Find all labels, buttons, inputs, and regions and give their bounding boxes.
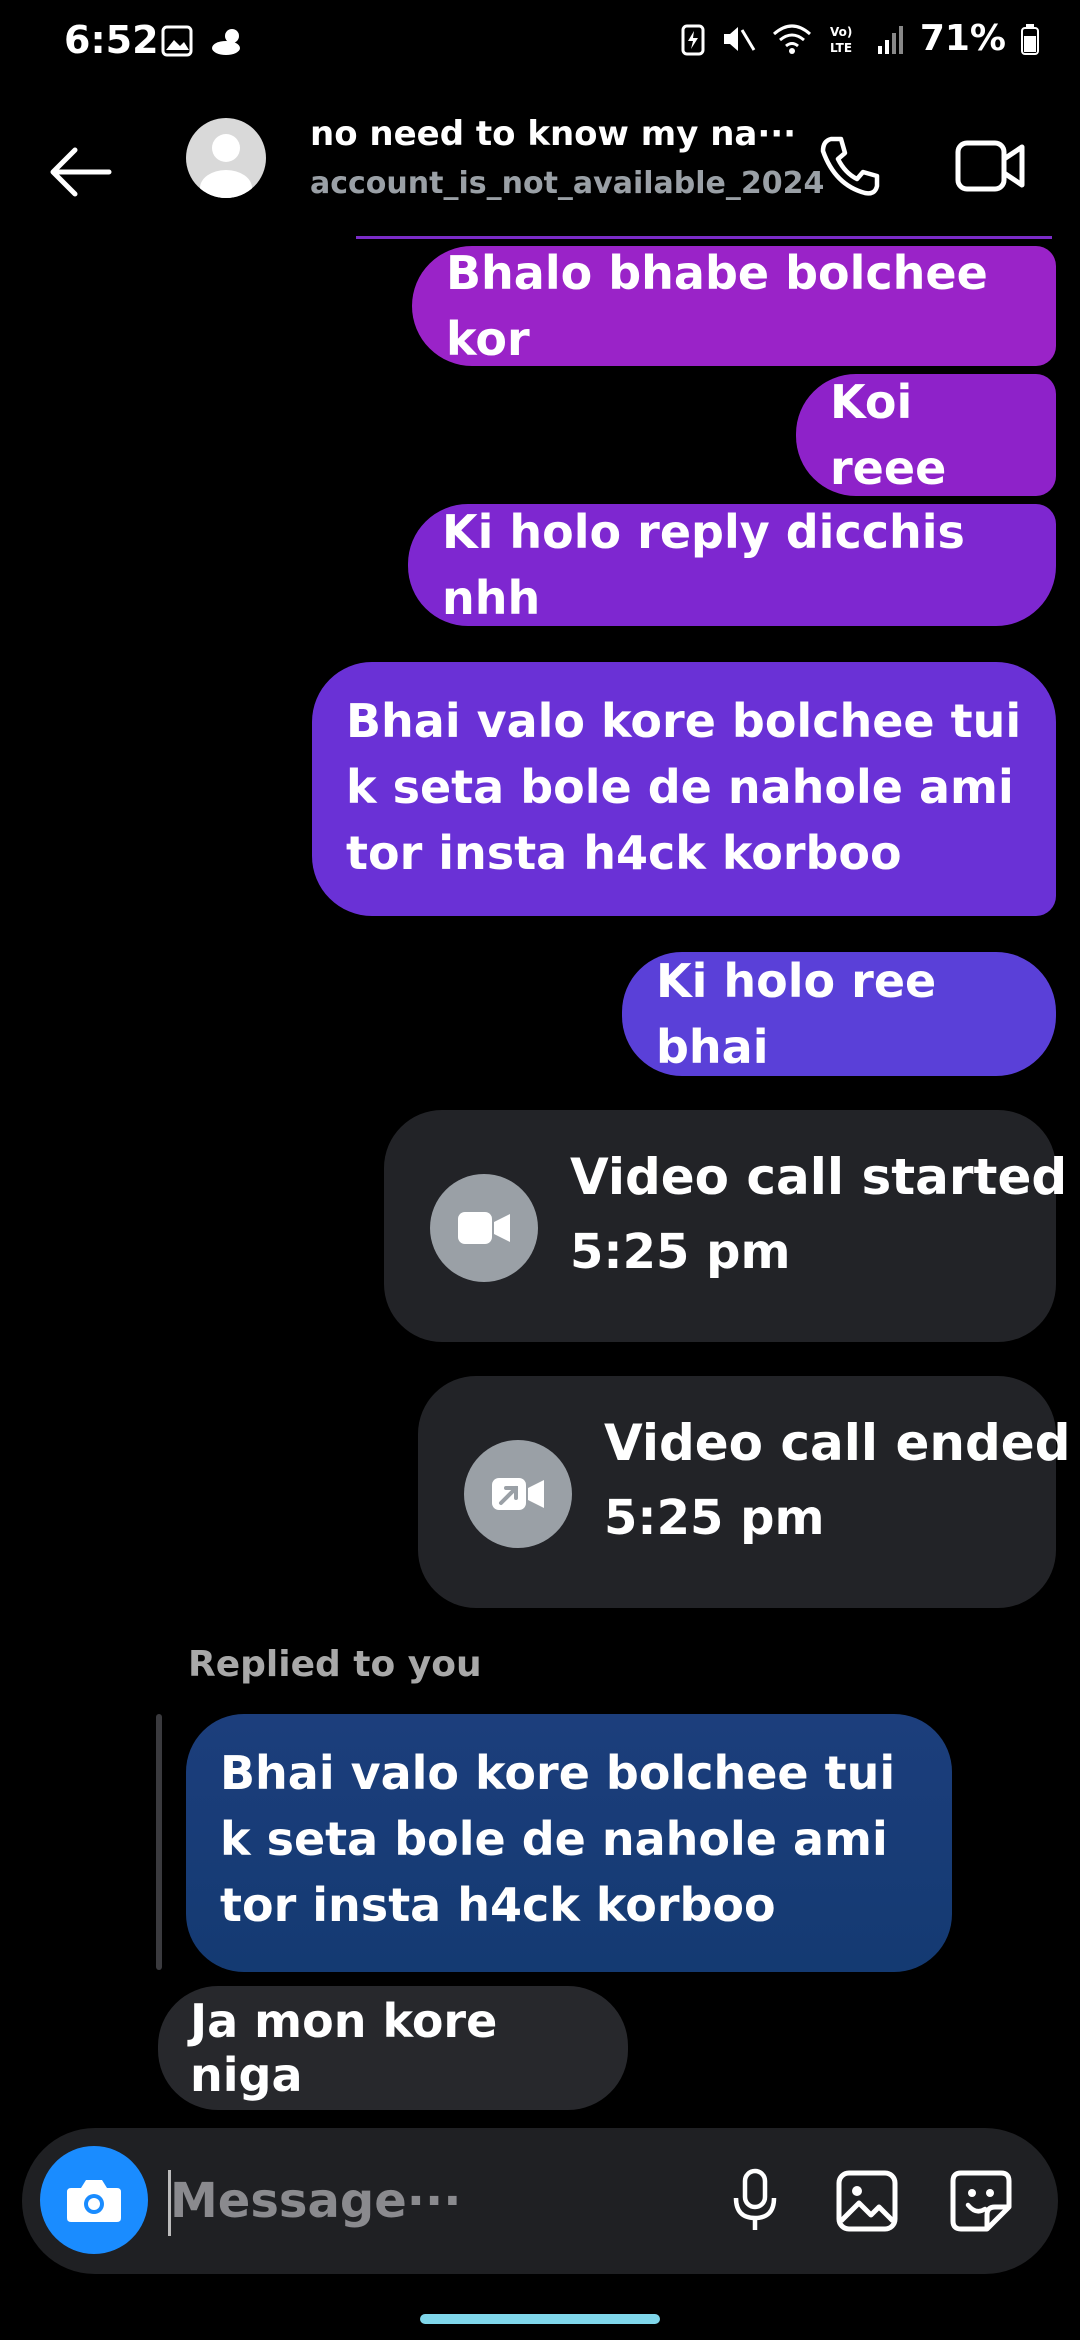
message-divider: [356, 236, 1052, 239]
call-title: Video call started: [570, 1148, 1068, 1206]
sent-message[interactable]: Ki holo reply dicchis nhh: [408, 504, 1056, 626]
sticker-button[interactable]: [938, 2158, 1024, 2244]
sent-message[interactable]: Ki holo ree bhai: [622, 952, 1056, 1076]
camera-icon: [67, 2180, 121, 2222]
svg-text:LTE: LTE: [830, 41, 852, 55]
wifi-icon: [772, 24, 811, 54]
battery-saver-icon: [681, 24, 705, 55]
status-bar: 6:52 Vo) LTE 71%: [0, 0, 1080, 84]
message-composer: [22, 2128, 1058, 2274]
avatar-icon: [200, 134, 252, 198]
gallery-notification-icon: [161, 25, 193, 57]
quoted-message[interactable]: Bhai valo kore bolchee tui k seta bole d…: [186, 1714, 952, 1972]
video-call-icon: [430, 1174, 538, 1282]
audio-call-button[interactable]: [808, 124, 892, 208]
signal-icon: [877, 25, 903, 54]
contact-username[interactable]: account_is_not_available_2024: [310, 166, 824, 201]
call-title: Video call ended: [604, 1414, 1071, 1472]
sent-message[interactable]: Bhai valo kore bolchee tui k seta bole d…: [312, 662, 1056, 916]
avatar[interactable]: [186, 118, 266, 198]
volte-icon: Vo) LTE: [830, 25, 852, 55]
video-call-started-card[interactable]: Video call started 5:25 pm: [384, 1110, 1067, 1342]
mic-icon: [733, 2168, 777, 2230]
mute-icon: [723, 26, 756, 51]
video-call-ended-card[interactable]: Video call ended 5:25 pm: [418, 1376, 1070, 1608]
svg-text:Vo): Vo): [830, 25, 852, 39]
contact-name[interactable]: no need to know my na···: [310, 114, 796, 154]
gallery-button[interactable]: [824, 2158, 910, 2244]
status-time: 6:52: [64, 18, 159, 62]
weather-icon: [212, 29, 240, 55]
sent-message[interactable]: Koi reee: [796, 374, 1056, 496]
back-arrow-icon: [50, 147, 112, 197]
video-call-ended-icon: [464, 1440, 572, 1548]
back-button[interactable]: [40, 132, 120, 212]
voice-message-button[interactable]: [712, 2158, 798, 2244]
phone-icon: [820, 136, 880, 196]
chat-header: no need to know my na··· account_is_not_…: [0, 110, 1080, 250]
received-message[interactable]: Ja mon kore niga: [158, 1986, 628, 2110]
status-notification-icons: [160, 24, 248, 58]
video-call-button[interactable]: [948, 124, 1032, 208]
call-time: 5:25 pm: [570, 1224, 791, 1280]
replied-label: Replied to you: [188, 1644, 482, 1685]
battery-icon: [1021, 23, 1039, 55]
status-system-icons: Vo) LTE 71%: [680, 18, 1040, 59]
video-icon: [955, 140, 1025, 192]
home-indicator[interactable]: [420, 2314, 660, 2324]
sent-message[interactable]: Bhalo bhabe bolchee kor: [412, 246, 1056, 366]
reply-indicator-line: [156, 1714, 162, 1970]
battery-percent: 71%: [919, 18, 1006, 59]
call-time: 5:25 pm: [604, 1490, 825, 1546]
camera-button[interactable]: [40, 2146, 148, 2254]
sticker-icon: [950, 2170, 1012, 2232]
message-input[interactable]: [170, 2156, 690, 2246]
image-icon: [836, 2170, 898, 2232]
